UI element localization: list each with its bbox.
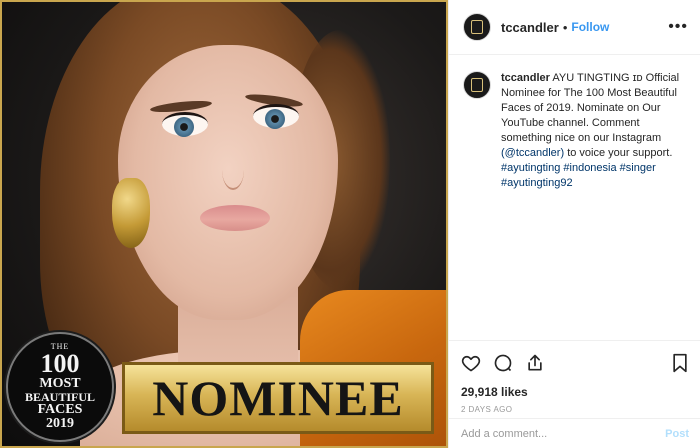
caption-comment: tccandler AYU TINGTING ɪᴅ Official Nomin…	[449, 55, 700, 191]
post-actions: 29,918 likes 2 DAYS AGO	[449, 340, 700, 414]
seal-line-year: 2019	[46, 416, 74, 431]
post-photo[interactable]: THE 100 MOST BEAUTIFUL FACES 2019 NOMINE…	[0, 0, 448, 448]
caption-avatar[interactable]	[463, 71, 491, 99]
photo-right-eye	[253, 104, 299, 129]
comment-box: Post	[449, 418, 700, 448]
action-icons	[461, 351, 689, 375]
caption-username[interactable]: tccandler	[501, 72, 550, 84]
bookmark-icon[interactable]	[671, 353, 689, 373]
post-header: tccandler • Follow •••	[449, 0, 700, 55]
post-date[interactable]: 2 DAYS AGO	[461, 405, 689, 414]
caption-text: tccandler AYU TINGTING ɪᴅ Official Nomin…	[501, 71, 686, 191]
most-beautiful-faces-seal: THE 100 MOST BEAUTIFUL FACES 2019	[6, 332, 114, 442]
hashtag-link[interactable]: #ayutingting	[501, 162, 560, 174]
follow-button[interactable]: Follow	[571, 20, 609, 34]
header-username[interactable]: tccandler	[501, 20, 559, 35]
hashtag-link[interactable]: #indonesia	[563, 162, 616, 174]
seal-line-most: MOST	[39, 376, 81, 391]
seal-line-100: 100	[40, 349, 80, 378]
nominee-banner: NOMINEE	[122, 362, 434, 434]
nominee-banner-text: NOMINEE	[152, 370, 404, 426]
hashtag-link[interactable]: #singer	[620, 162, 656, 174]
seal-line-faces: FACES	[37, 402, 83, 417]
post-comment-button[interactable]: Post	[665, 428, 689, 440]
logo-icon	[471, 20, 483, 34]
more-options-icon[interactable]: •••	[668, 18, 688, 36]
hashtag-link[interactable]: #ayutingting92	[501, 177, 573, 189]
comment-icon[interactable]	[493, 353, 513, 373]
header-separator: •	[562, 19, 568, 35]
post-side-panel: tccandler • Follow ••• tccandler AYU TIN…	[448, 0, 700, 448]
logo-icon	[471, 78, 483, 92]
photo-left-eye	[162, 112, 208, 137]
caption-mention[interactable]: (@tccandler)	[501, 147, 564, 159]
avatar[interactable]	[463, 13, 491, 41]
caption-body-end: to voice your support.	[567, 147, 673, 159]
share-icon[interactable]	[525, 353, 545, 373]
photo-earring	[112, 178, 150, 248]
like-count[interactable]: 29,918 likes	[461, 385, 689, 399]
photo-nose	[222, 150, 244, 190]
photo-lips	[200, 205, 270, 231]
heart-icon[interactable]	[461, 353, 481, 373]
comment-input[interactable]	[461, 427, 666, 440]
